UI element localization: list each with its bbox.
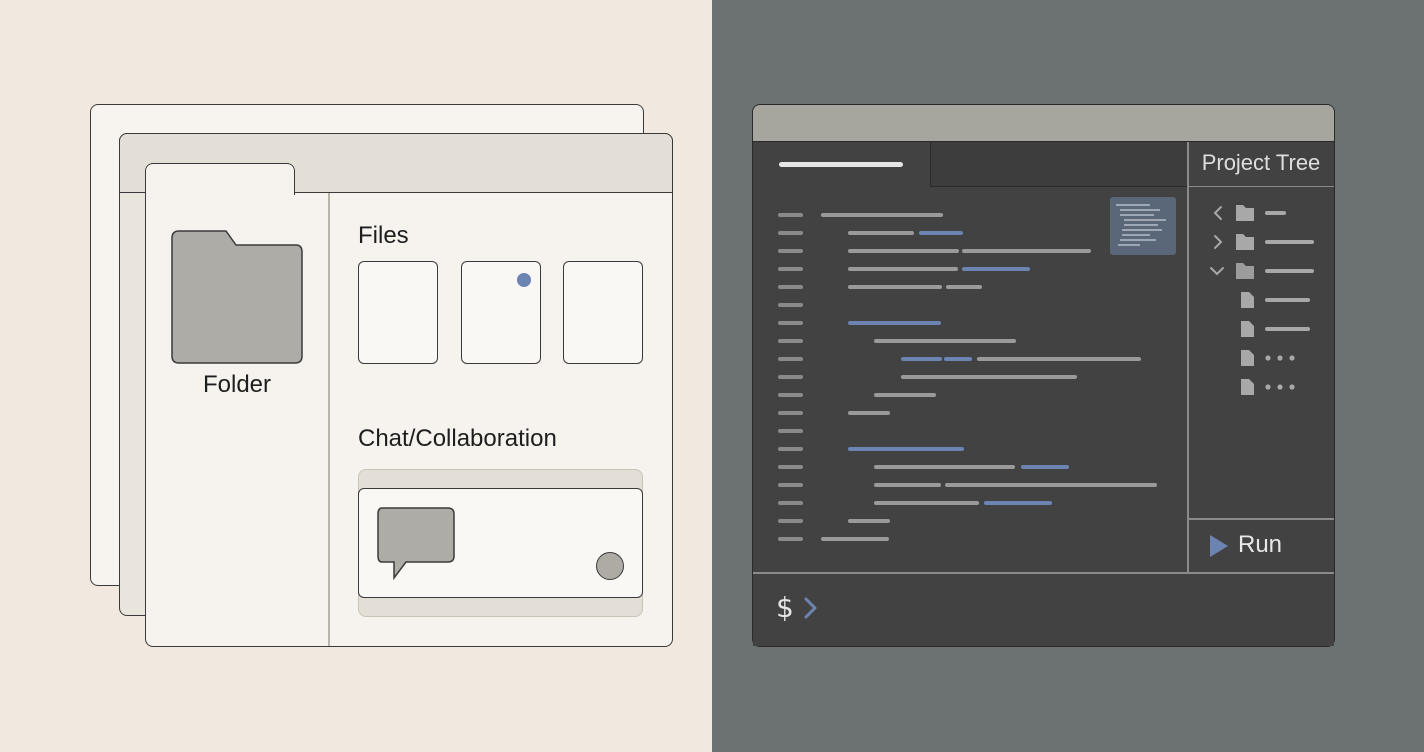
minimap[interactable] — [1110, 197, 1176, 255]
tree-item[interactable] — [1241, 292, 1310, 308]
file-icon — [1241, 350, 1254, 366]
tree-item[interactable] — [1214, 234, 1314, 250]
editor-tab-strip — [930, 142, 1187, 187]
chevron-right-icon — [804, 597, 817, 619]
file-card[interactable] — [358, 261, 438, 364]
ellipsis-dot — [1277, 384, 1283, 390]
tree-item[interactable] — [1213, 205, 1286, 221]
chevron-left-icon[interactable] — [1213, 206, 1222, 220]
ellipsis-dot — [1277, 355, 1283, 361]
chevron-down-icon[interactable] — [1210, 267, 1224, 276]
ellipsis-dot — [1289, 384, 1295, 390]
folder-label: Folder — [202, 371, 272, 398]
project-tree[interactable] — [1188, 195, 1334, 515]
avatar-icon[interactable] — [596, 552, 624, 580]
tree-item[interactable] — [1241, 379, 1295, 395]
terminal-prompt: $ — [776, 591, 794, 624]
run-divider — [1188, 518, 1334, 520]
notification-dot — [517, 273, 531, 287]
tab-title-placeholder — [779, 162, 903, 167]
chevron-right-icon[interactable] — [1214, 235, 1223, 249]
files-heading: Files — [358, 222, 409, 249]
file-card[interactable] — [563, 261, 643, 364]
file-icon — [1241, 379, 1254, 395]
folder-open-icon — [1236, 263, 1254, 279]
ellipsis-dot — [1265, 384, 1271, 390]
tree-item[interactable] — [1210, 263, 1314, 279]
file-icon — [1241, 321, 1254, 337]
sidebar-divider — [328, 193, 330, 646]
play-icon — [1210, 535, 1228, 557]
ide-titlebar — [753, 105, 1334, 142]
project-tree-title: Project Tree — [1201, 150, 1321, 175]
chat-bubble-icon — [377, 507, 455, 581]
folder-icon[interactable] — [170, 228, 304, 366]
tree-item[interactable] — [1241, 350, 1295, 366]
run-label: Run — [1238, 531, 1283, 558]
chat-heading: Chat/Collaboration — [358, 425, 557, 452]
file-icon — [1241, 292, 1254, 308]
tab-joint — [146, 190, 293, 196]
ellipsis-dot — [1265, 355, 1271, 361]
tree-item[interactable] — [1241, 321, 1310, 337]
folder-icon — [1236, 234, 1254, 250]
ellipsis-dot — [1289, 355, 1295, 361]
terminal-panel[interactable] — [753, 574, 1334, 646]
folder-icon — [1236, 205, 1254, 221]
